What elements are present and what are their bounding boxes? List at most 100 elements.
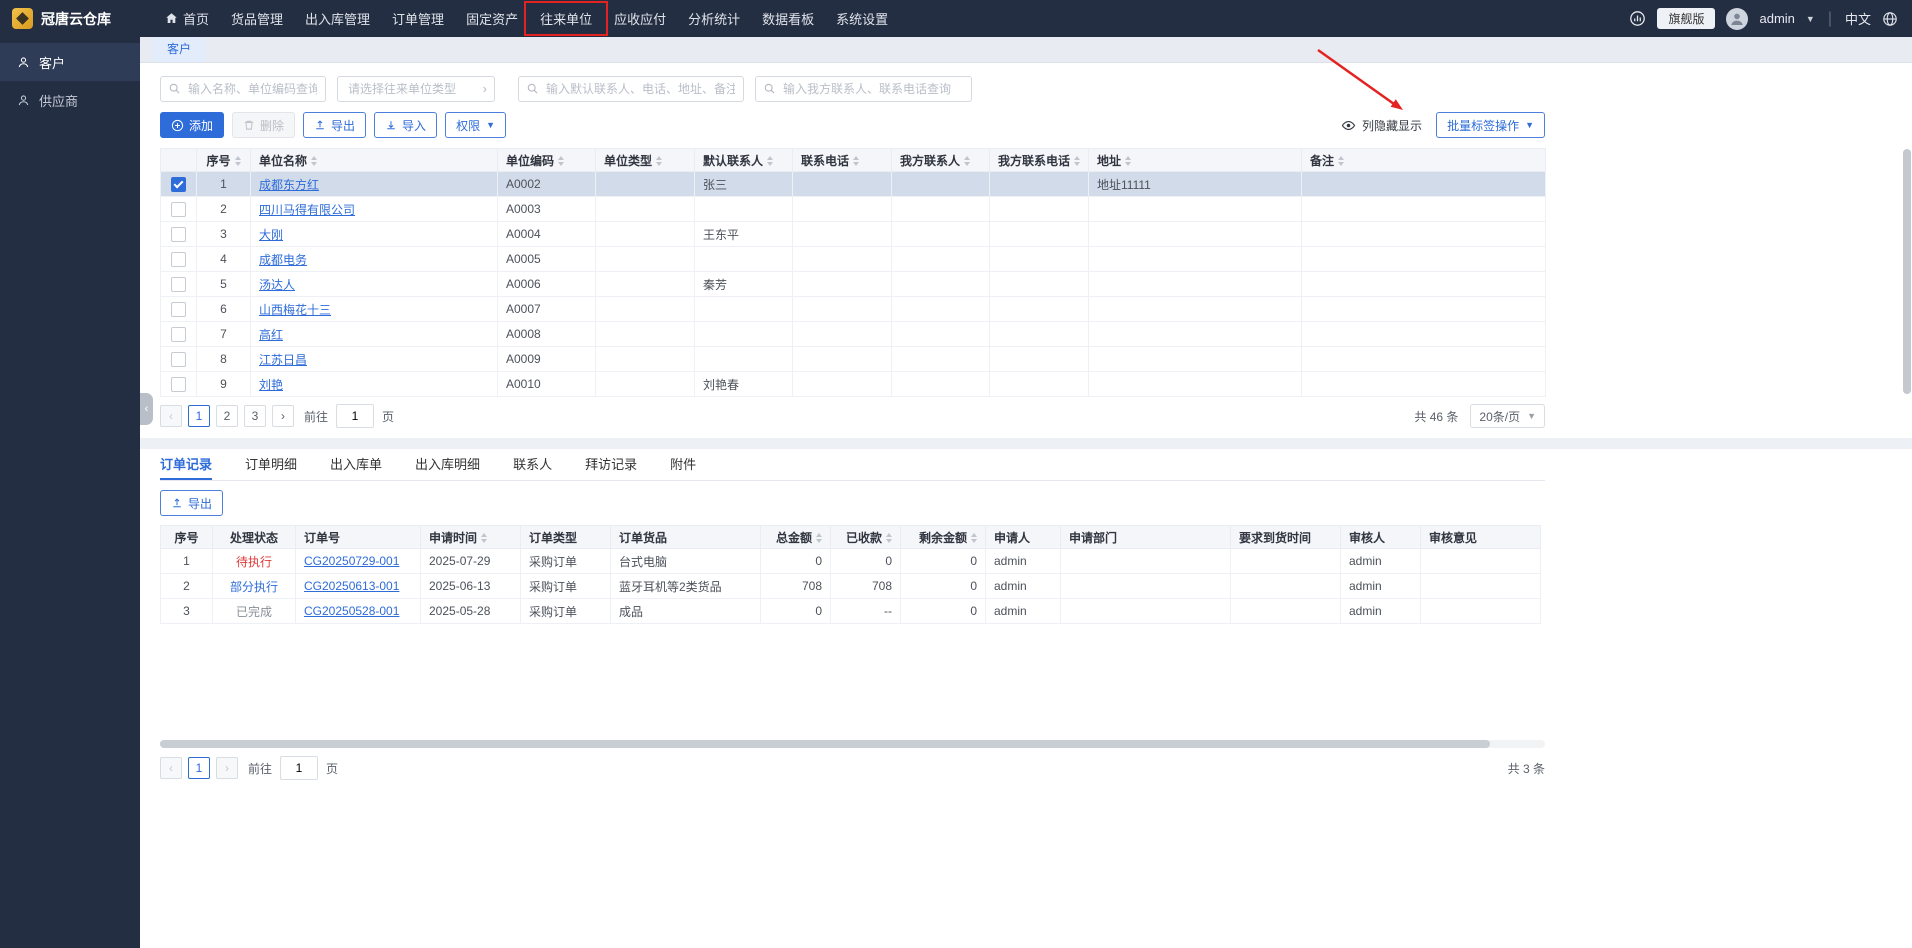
row-checkbox[interactable] bbox=[171, 201, 186, 217]
our-contact-search-input[interactable] bbox=[755, 76, 972, 102]
orders-column-header-8[interactable]: 剩余金额 bbox=[900, 525, 986, 549]
avatar[interactable] bbox=[1726, 7, 1749, 30]
table-row[interactable]: 2 部分执行 CG20250613-001 2025-06-13 采购订单 蓝牙耳机等2类… bbox=[160, 573, 1541, 599]
nav-item-3[interactable]: 订单管理 bbox=[381, 0, 455, 37]
edition-badge[interactable]: 旗舰版 bbox=[1657, 8, 1716, 29]
globe-icon[interactable] bbox=[1882, 11, 1898, 27]
nav-item-7[interactable]: 分析统计 bbox=[677, 0, 751, 37]
chevron-down-icon[interactable]: ▼ bbox=[1806, 14, 1815, 24]
customer-name-link[interactable]: 四川马得有限公司 bbox=[259, 203, 355, 217]
nav-item-8[interactable]: 数据看板 bbox=[751, 0, 825, 37]
customer-name-link[interactable]: 高红 bbox=[259, 328, 283, 342]
detail-tab-6[interactable]: 附件 bbox=[670, 449, 696, 480]
table-row[interactable]: 2 四川马得有限公司 A0003 bbox=[160, 196, 1546, 222]
column-header-7[interactable]: 我方联系电话 bbox=[989, 148, 1089, 172]
unit-type-select-input[interactable] bbox=[337, 76, 495, 102]
order-link[interactable]: CG20250528-001 bbox=[304, 604, 399, 618]
row-checkbox[interactable] bbox=[171, 176, 186, 192]
next-page-button[interactable]: › bbox=[272, 405, 294, 427]
sort-icon[interactable] bbox=[853, 156, 860, 167]
row-checkbox[interactable] bbox=[171, 276, 186, 292]
customer-name-link[interactable]: 江苏日昌 bbox=[259, 353, 307, 367]
sort-icon[interactable] bbox=[964, 156, 971, 167]
prev-page-button[interactable]: ‹ bbox=[160, 405, 182, 427]
column-header-2[interactable]: 单位编码 bbox=[497, 148, 596, 172]
sort-icon[interactable] bbox=[816, 533, 822, 544]
nav-item-0[interactable]: 首页 bbox=[154, 0, 220, 37]
orders-column-header-3[interactable]: 申请时间 bbox=[420, 525, 521, 549]
sort-icon[interactable] bbox=[1074, 156, 1081, 167]
detail-tab-3[interactable]: 出入库明细 bbox=[415, 449, 480, 480]
column-visibility-toggle[interactable]: 列隐藏显示 bbox=[1341, 117, 1422, 134]
table-row[interactable]: 1 成都东方红 A0002 张三 地址11111 bbox=[160, 171, 1546, 197]
detail-tab-1[interactable]: 订单明细 bbox=[245, 449, 297, 480]
sort-icon[interactable] bbox=[481, 533, 488, 544]
nav-item-6[interactable]: 应收应付 bbox=[603, 0, 677, 37]
nav-item-5[interactable]: 往来单位 bbox=[524, 0, 609, 37]
tab-customers[interactable]: 客户 bbox=[152, 37, 207, 62]
analytics-icon[interactable] bbox=[1629, 10, 1646, 27]
page-button-1[interactable]: 1 bbox=[188, 405, 210, 427]
customer-name-link[interactable]: 成都东方红 bbox=[259, 178, 319, 192]
sort-icon[interactable] bbox=[558, 156, 565, 167]
horizontal-scrollbar[interactable] bbox=[160, 740, 1545, 748]
detail-tab-2[interactable]: 出入库单 bbox=[330, 449, 382, 480]
detail-tab-0[interactable]: 订单记录 bbox=[160, 449, 213, 480]
customer-name-link[interactable]: 大刚 bbox=[259, 228, 283, 242]
sort-icon[interactable] bbox=[1125, 156, 1132, 167]
sort-icon[interactable] bbox=[1338, 156, 1345, 167]
batch-tag-button[interactable]: 批量标签操作 ▼ bbox=[1436, 112, 1545, 138]
row-checkbox[interactable] bbox=[171, 351, 186, 367]
column-header-0[interactable]: 序号 bbox=[196, 148, 251, 172]
row-checkbox[interactable] bbox=[171, 251, 186, 267]
detail-tab-4[interactable]: 联系人 bbox=[513, 449, 552, 480]
column-header-6[interactable]: 我方联系人 bbox=[891, 148, 990, 172]
page-button-3[interactable]: 3 bbox=[244, 405, 266, 427]
vertical-scrollbar-thumb[interactable] bbox=[1903, 149, 1911, 394]
column-header-4[interactable]: 默认联系人 bbox=[694, 148, 793, 172]
column-header-3[interactable]: 单位类型 bbox=[595, 148, 695, 172]
row-checkbox[interactable] bbox=[171, 301, 186, 317]
vertical-scrollbar[interactable] bbox=[1903, 39, 1911, 944]
export-button[interactable]: 导出 bbox=[303, 112, 367, 138]
horizontal-scrollbar-thumb[interactable] bbox=[160, 740, 1490, 748]
nav-item-9[interactable]: 系统设置 bbox=[825, 0, 899, 37]
table-row[interactable]: 9 刘艳 A0010 刘艳春 bbox=[160, 371, 1546, 397]
language-switch[interactable]: 中文 bbox=[1845, 9, 1871, 28]
sidebar-item-0[interactable]: 客户 bbox=[0, 43, 140, 81]
nav-item-1[interactable]: 货品管理 bbox=[220, 0, 294, 37]
username[interactable]: admin bbox=[1759, 11, 1794, 26]
column-header-5[interactable]: 联系电话 bbox=[792, 148, 892, 172]
page-size-select[interactable]: 20条/页 ▼ bbox=[1470, 404, 1545, 428]
sidebar-item-1[interactable]: 供应商 bbox=[0, 81, 140, 119]
import-button[interactable]: 导入 bbox=[374, 112, 438, 138]
orders-column-header-6[interactable]: 总金额 bbox=[760, 525, 831, 549]
order-link[interactable]: CG20250613-001 bbox=[304, 579, 399, 593]
order-link[interactable]: CG20250729-001 bbox=[304, 554, 399, 568]
delete-button[interactable]: 删除 bbox=[232, 112, 296, 138]
table-row[interactable]: 5 汤达人 A0006 秦芳 bbox=[160, 271, 1546, 297]
nav-item-4[interactable]: 固定资产 bbox=[455, 0, 529, 37]
goto-page-input[interactable] bbox=[280, 756, 319, 780]
permission-button[interactable]: 权限 ▼ bbox=[445, 112, 506, 138]
row-checkbox[interactable] bbox=[171, 226, 186, 242]
customer-name-link[interactable]: 刘艳 bbox=[259, 378, 283, 392]
name-code-search-input[interactable] bbox=[160, 76, 326, 102]
customer-name-link[interactable]: 汤达人 bbox=[259, 278, 295, 292]
detail-tab-5[interactable]: 拜访记录 bbox=[585, 449, 637, 480]
row-checkbox[interactable] bbox=[171, 376, 186, 392]
next-page-button[interactable]: › bbox=[216, 757, 238, 779]
contact-search-input[interactable] bbox=[518, 76, 744, 102]
goto-page-input[interactable] bbox=[336, 404, 375, 428]
table-row[interactable]: 4 成都电务 A0005 bbox=[160, 246, 1546, 272]
table-row[interactable]: 3 大刚 A0004 王东平 bbox=[160, 221, 1546, 247]
sort-icon[interactable] bbox=[886, 533, 892, 544]
sort-icon[interactable] bbox=[767, 156, 774, 167]
customer-name-link[interactable]: 成都电务 bbox=[259, 253, 307, 267]
table-row[interactable]: 7 高红 A0008 bbox=[160, 321, 1546, 347]
column-header-9[interactable]: 备注 bbox=[1301, 148, 1546, 172]
add-button[interactable]: 添加 bbox=[160, 112, 225, 138]
column-header-1[interactable]: 单位名称 bbox=[250, 148, 498, 172]
nav-item-2[interactable]: 出入库管理 bbox=[294, 0, 381, 37]
prev-page-button[interactable]: ‹ bbox=[160, 757, 182, 779]
